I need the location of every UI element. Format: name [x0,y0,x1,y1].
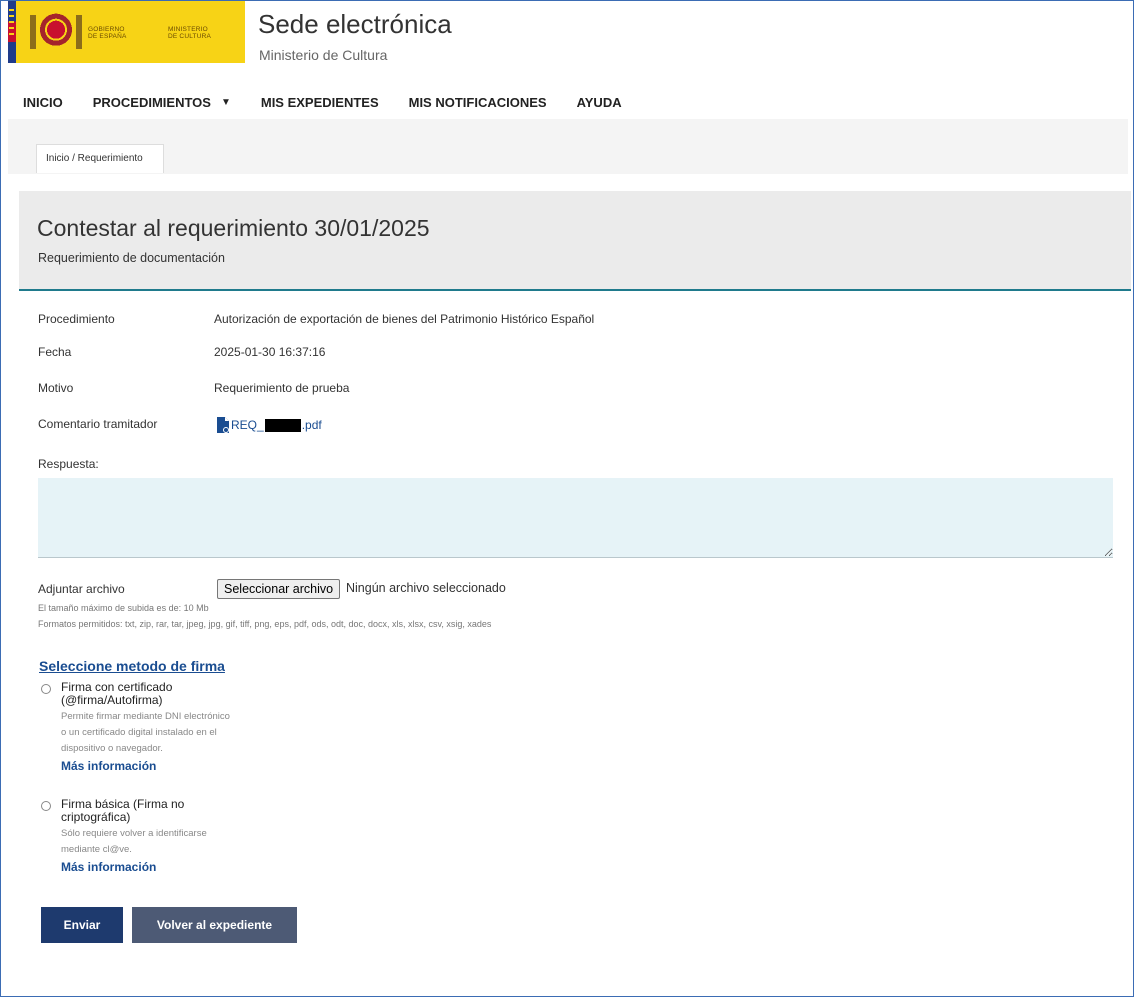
nav-item-inicio[interactable]: INICIO [23,95,63,110]
site-header: GOBIERNO DE ESPAÑA MINISTERIO DE CULTURA… [8,1,1128,63]
option-description: Permite firmar mediante DNI electrónico … [61,711,230,754]
mas-informacion-link[interactable]: Más información [61,759,231,773]
respuesta-label: Respuesta: [38,457,99,471]
mas-informacion-link[interactable]: Más información [61,860,231,874]
site-title[interactable]: Sede electrónica [258,9,452,40]
signature-option-basica: Firma básica (Firma no criptográfica) Só… [41,798,231,874]
pdf-file-icon [217,417,229,433]
option-title: Firma básica (Firma no criptográfica) [61,797,185,824]
option-title: Firma con certificado (@firma/Autofirma) [61,680,173,707]
fecha-value: 2025-01-30 16:37:16 [214,345,326,359]
nav-item-mis-expedientes[interactable]: MIS EXPEDIENTES [261,95,379,110]
caret-down-icon: ▼ [220,97,231,108]
pdf-file-prefix: REQ_ [231,418,264,432]
nav-label: INICIO [23,95,63,110]
nav-label: MIS EXPEDIENTES [260,95,379,110]
attach-label: Adjuntar archivo [38,582,125,596]
option-description: Sólo requiere volver a identificarse med… [61,828,207,855]
main-nav: INICIO PROCEDIMIENTOS ▼ MIS EXPEDIENTES … [23,95,652,110]
procedimiento-label: Procedimiento [38,312,115,326]
select-file-button[interactable]: Seleccionar archivo [217,579,341,599]
nav-item-procedimientos[interactable]: PROCEDIMIENTOS ▼ [93,95,231,110]
page-header: Contestar al requerimiento 30/01/2025 Re… [19,191,1131,291]
eu-flag-icon [8,1,16,63]
respuesta-textarea[interactable] [38,478,1113,558]
procedimiento-value: Autorización de exportación de bienes de… [214,312,595,326]
file-status: Ningún archivo seleccionado [346,581,506,595]
page-title: Contestar al requerimiento 30/01/2025 [37,215,430,241]
nav-item-mis-notificaciones[interactable]: MIS NOTIFICACIONES [409,95,547,110]
motivo-value: Requerimiento de prueba [214,381,350,395]
page-subtitle: Requerimiento de documentación [38,251,225,265]
breadcrumb-bar: Inicio / Requerimiento [8,119,1128,174]
nav-label: AYUDA [576,95,622,110]
pdf-attachment-link[interactable]: REQ_ .pdf [217,417,322,433]
site-subtitle: Ministerio de Cultura [259,47,388,63]
comentario-label: Comentario tramitador [38,417,158,431]
logo-ministerio-text: MINISTERIO DE CULTURA [168,26,212,40]
coat-of-arms-icon [30,9,82,55]
nav-label: PROCEDIMIENTOS [92,95,211,110]
redacted-block [264,418,301,432]
signature-method-title: Seleccione metodo de firma [39,658,225,674]
pdf-file-suffix: .pdf [301,418,322,432]
fecha-label: Fecha [38,345,72,359]
gobierno-logo[interactable]: GOBIERNO DE ESPAÑA MINISTERIO DE CULTURA [8,1,245,63]
allowed-formats-text: Formatos permitidos: txt, zip, rar, tar,… [38,619,492,629]
nav-label: MIS NOTIFICACIONES [408,95,547,110]
max-size-text: El tamaño máximo de subida es de: 10 Mb [38,603,209,613]
volver-expediente-button[interactable]: Volver al expediente [132,907,297,943]
breadcrumb[interactable]: Inicio / Requerimiento [36,144,164,173]
motivo-label: Motivo [38,381,74,395]
signature-option-certificado: Firma con certificado (@firma/Autofirma)… [41,681,231,773]
radio-basica[interactable] [41,801,51,811]
enviar-button[interactable]: Enviar [41,907,123,943]
nav-item-ayuda[interactable]: AYUDA [577,95,622,110]
logo-gobierno-text: GOBIERNO DE ESPAÑA [88,26,127,40]
radio-certificado[interactable] [41,684,51,694]
